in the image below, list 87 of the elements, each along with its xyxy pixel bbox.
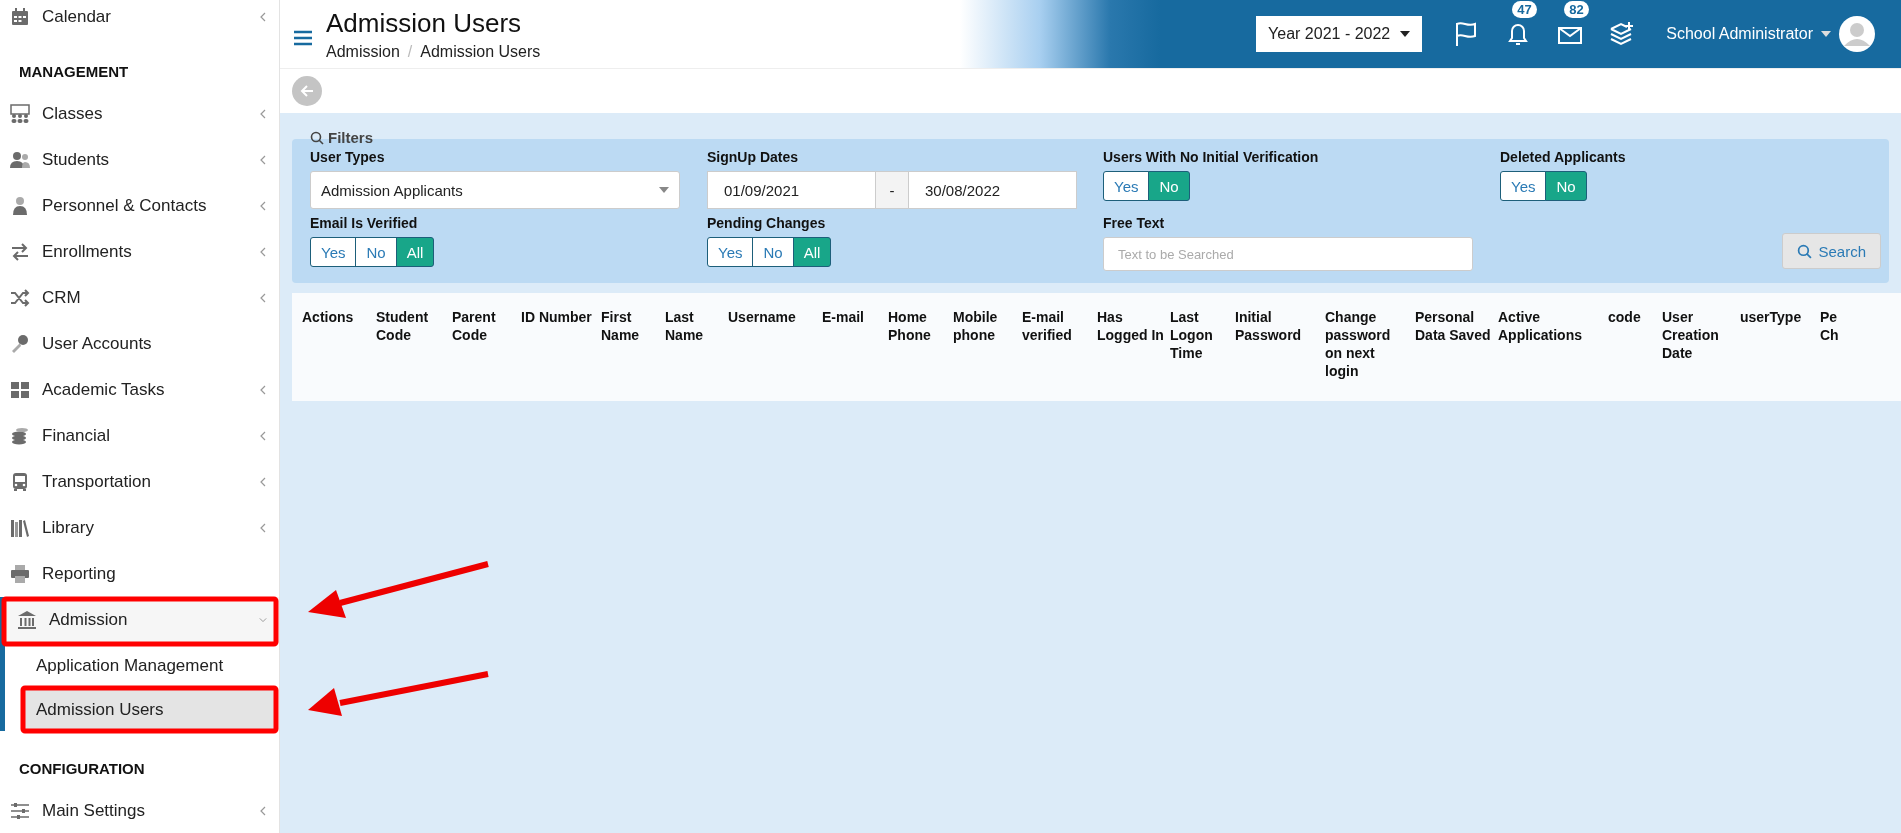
toggle-option[interactable]: No xyxy=(355,237,397,267)
arrow-left-icon xyxy=(300,84,314,98)
page-title: Admission Users xyxy=(326,7,523,39)
column-header: E-mail verified xyxy=(1022,308,1073,345)
users-icon xyxy=(10,150,30,170)
grid-icon xyxy=(10,380,30,400)
column-header: Home Phone xyxy=(888,308,932,345)
caret-down-icon xyxy=(659,187,669,193)
filter-label: Free Text xyxy=(1103,215,1166,231)
sliders-icon xyxy=(10,801,30,821)
filter-label: Pending Changes xyxy=(707,215,827,231)
year-select[interactable]: Year 2021 - 2022 xyxy=(1256,16,1423,52)
column-header: code xyxy=(1608,308,1642,327)
bus-icon xyxy=(10,472,30,492)
printer-icon xyxy=(10,564,30,584)
column-header: Username xyxy=(728,308,797,327)
sidebar-heading: MANAGEMENT xyxy=(18,62,130,82)
filter-label: SignUp Dates xyxy=(707,149,799,165)
column-header: Change password on next login xyxy=(1325,308,1392,381)
notification-count: 47 xyxy=(1512,1,1537,18)
sidebar-item[interactable]: Transportation xyxy=(0,459,279,505)
filter-label: Email Is Verified xyxy=(310,215,419,231)
date-to-field[interactable]: 30/08/2022 xyxy=(908,171,1077,209)
toggle-option[interactable]: Yes xyxy=(310,237,357,267)
column-header: ID Number xyxy=(521,308,593,327)
sidebar-item[interactable]: Calendar xyxy=(0,0,279,34)
submenu-item[interactable]: Application Management xyxy=(22,643,275,687)
user-types-select[interactable]: Admission Applicants xyxy=(310,171,680,209)
sidebar-item[interactable]: Personnel & Contacts xyxy=(0,183,279,229)
sidebar-item[interactable]: Reporting xyxy=(0,551,279,597)
user-menu[interactable]: School Administrator xyxy=(1660,15,1881,53)
person-icon xyxy=(10,196,30,216)
toggle-option[interactable]: Yes xyxy=(1103,171,1150,201)
sidebar-item[interactable]: Enrollments xyxy=(0,229,279,275)
sidebar-item[interactable]: User Accounts xyxy=(0,321,279,367)
exchange-icon xyxy=(10,242,30,262)
sidebar-item[interactable]: Library xyxy=(0,505,279,551)
toggle-option[interactable]: No xyxy=(752,237,794,267)
sidebar-item[interactable]: Students xyxy=(0,137,279,183)
sidebar-item[interactable]: Financial xyxy=(0,413,279,459)
toggle-option[interactable]: Yes xyxy=(1500,171,1547,201)
column-header: Has Logged In xyxy=(1097,308,1165,345)
column-header: Actions xyxy=(302,308,355,327)
breadcrumb-link[interactable]: Admission Users xyxy=(420,42,541,61)
toggle-option[interactable]: Yes xyxy=(707,237,754,267)
sidebar-item[interactable]: Classes xyxy=(0,91,279,137)
calendar-icon xyxy=(10,7,30,27)
books-icon xyxy=(10,518,30,538)
column-header: E-mail xyxy=(822,308,865,327)
column-header: Student Code xyxy=(376,308,430,345)
column-header: Last Name xyxy=(665,308,705,345)
coins-icon xyxy=(10,426,30,446)
classroom-icon xyxy=(10,104,30,124)
column-header: Active Applications xyxy=(1498,308,1583,345)
column-header: Parent Code xyxy=(452,308,497,345)
sidebar-item[interactable]: Academic Tasks xyxy=(0,367,279,413)
column-header: Initial Password xyxy=(1235,308,1303,345)
free-text-field[interactable]: Text to be Searched xyxy=(1103,237,1473,271)
search-icon xyxy=(310,130,324,145)
date-separator: - xyxy=(876,171,908,209)
filter-label: Deleted Applicants xyxy=(1500,149,1627,165)
caret-down-icon xyxy=(1400,31,1411,37)
column-header: First Name xyxy=(601,308,641,345)
caret-down-icon xyxy=(1821,31,1831,37)
key-icon xyxy=(10,334,30,354)
column-header: User Creation Date xyxy=(1662,308,1720,363)
menu-icon[interactable] xyxy=(294,30,312,46)
message-count: 82 xyxy=(1564,1,1589,18)
breadcrumb-separator: / xyxy=(407,42,413,61)
sidebar-item[interactable]: CRM xyxy=(0,275,279,321)
search-button[interactable]: Search xyxy=(1782,233,1881,269)
avatar-icon xyxy=(1839,16,1875,52)
sidebar-item[interactable]: Main Settings xyxy=(0,788,279,833)
bank-icon xyxy=(17,610,37,630)
filters-title: Filters xyxy=(328,129,373,146)
column-header: Personal Data Saved xyxy=(1415,308,1492,345)
column-header: Mobile phone xyxy=(953,308,999,345)
column-header: Pe Ch xyxy=(1820,308,1840,345)
filter-label: Users With No Initial Verification xyxy=(1103,149,1320,165)
column-header: userType xyxy=(1740,308,1803,327)
search-icon xyxy=(1797,243,1813,259)
column-header: Last Logon Time xyxy=(1170,308,1214,363)
date-from-field[interactable]: 01/09/2021 xyxy=(707,171,876,209)
breadcrumb-link[interactable]: Admission xyxy=(326,42,400,61)
sidebar-heading: CONFIGURATION xyxy=(18,759,146,779)
filter-label: User Types xyxy=(310,149,386,165)
shuffle-icon xyxy=(10,288,30,308)
